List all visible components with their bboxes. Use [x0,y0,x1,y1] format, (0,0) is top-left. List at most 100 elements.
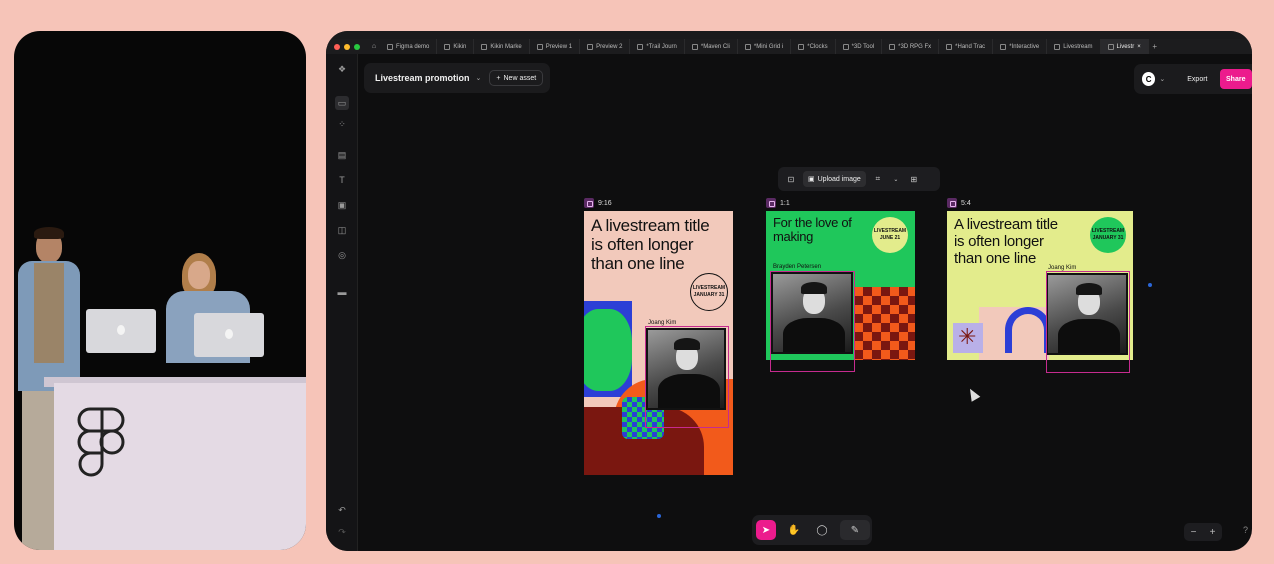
headline-line: making [773,229,814,244]
checker-pattern [854,287,915,360]
selection-outline [645,326,729,428]
account-avatar[interactable]: C [1142,72,1156,86]
context-toolbar: ⊡ ▣ Upload image ⌗ ⌄ ⊞ [778,167,940,191]
assets-icon[interactable]: ⁘ [335,117,349,131]
file-icon [1107,43,1114,50]
new-asset-button[interactable]: + New asset [489,70,544,86]
top-right-actions: C ⌄ Export Share [1134,64,1252,94]
file-icon [842,43,849,50]
tab-label: *Hand Trac [955,43,986,50]
frame-label-5-4[interactable]: 5:4 [947,198,971,208]
zoom-controls: − + [1184,523,1222,541]
file-icon [744,43,751,50]
layers-icon[interactable]: ▭ [335,96,349,110]
share-button[interactable]: Share [1219,69,1252,89]
file-icon [1054,43,1061,50]
tab-1[interactable]: Kikin [437,39,475,54]
file-icon [481,43,488,50]
text-icon[interactable]: T [335,173,349,187]
help-button[interactable]: ? [1243,525,1248,535]
export-button[interactable]: Export [1187,76,1207,83]
tab-10[interactable]: *3D RPG Fx [882,39,940,54]
frame-9-16[interactable]: A livestream title is often longer than … [584,211,733,475]
chevron-down-icon[interactable]: ⌄ [476,74,482,82]
file-icon [587,43,594,50]
pointer-cursor-icon [965,386,981,402]
tab-label: *Clocks [807,43,828,50]
mac-menubar [326,31,1252,39]
project-header: Livestream promotion ⌄ + New asset [364,63,550,93]
hand-tool-icon[interactable]: ✋ [784,520,804,540]
tab-label: *Mini Grid i [753,43,784,50]
tab-7[interactable]: *Mini Grid i [738,39,792,54]
chevron-down-icon[interactable]: ⌄ [890,176,902,183]
tab-4[interactable]: Preview 2 [580,39,631,54]
image-icon[interactable]: ▣ [335,198,349,212]
zoom-in-button[interactable]: + [1210,527,1216,538]
file-icon [387,43,393,50]
components-icon[interactable]: ◫ [335,223,349,237]
project-title[interactable]: Livestream promotion [375,73,470,83]
frame-ratio: 1:1 [780,199,790,207]
lock-icon[interactable]: ⊡ [785,175,797,184]
frame-icon [766,198,776,208]
tab-11[interactable]: *Hand Trac [939,39,994,54]
headline-line: A livestream title [591,216,710,235]
left-toolbar: ❖ ▭ ⁘ ▤ T ▣ ◫ ◎ ▬ ↶ ↷ [326,54,358,551]
minimize-window-icon[interactable] [344,43,350,50]
file-icon [946,43,953,50]
new-tab-icon[interactable]: + [1149,42,1161,51]
tab-label: *Trail Journ [646,43,677,50]
tab-14[interactable]: Livestr × [1100,39,1149,54]
tab-6[interactable]: *Maven Cli [685,39,738,54]
figma-menu-icon[interactable]: ❖ [335,62,349,76]
comment-tool-icon[interactable]: ◯ [812,520,832,540]
tab-label: Figma demo [396,43,430,50]
tab-2[interactable]: Kikin Marke [474,39,530,54]
laptop-left [86,309,156,353]
date-badge: LIVESTREAM JUNE 21 [872,217,908,253]
figma-window: ⌂ Figma demo Kikin Kikin Marke Preview 1 Pre… [326,31,1252,551]
tab-13[interactable]: Livestream [1047,39,1101,54]
tab-12[interactable]: *Interactive [993,39,1048,54]
undo-icon[interactable]: ↶ [335,503,349,517]
file-icon [637,43,644,50]
crop-icon[interactable]: ⌗ [872,174,884,184]
chevron-down-icon[interactable]: ⌄ [1159,75,1165,83]
plus-icon: + [496,74,501,82]
video-feed [14,31,306,550]
tab-label: *3D RPG Fx [898,43,932,50]
tab-9[interactable]: *3D Tool [836,39,883,54]
grid-icon[interactable]: ⊞ [908,175,920,184]
frame-label-9-16[interactable]: 9:16 [584,198,612,208]
tab-0[interactable]: Figma demo [380,39,438,54]
plugins-icon[interactable]: ◎ [335,248,349,262]
maximize-window-icon[interactable] [354,43,360,50]
close-window-icon[interactable] [334,43,340,50]
tab-3[interactable]: Preview 1 [530,39,581,54]
date-badge: LIVESTREAM JANUARY 31 [690,273,728,311]
file-icon [1000,43,1007,50]
frame-icon[interactable]: ▤ [335,148,349,162]
frame-ratio: 9:16 [598,199,612,207]
frame-label-1-1[interactable]: 1:1 [766,198,790,208]
frame-icon [947,198,957,208]
move-tool-icon[interactable]: ➤ [756,520,776,540]
upload-image-label: Upload image [817,175,861,183]
frame-headline: A livestream title is often longer than … [954,216,1058,267]
date-badge: LIVESTREAM JANUARY 31 [1090,217,1126,253]
laptop-right [194,313,264,357]
tab-label: Kikin [453,43,467,50]
tab-8[interactable]: *Clocks [791,39,836,54]
window-controls[interactable] [334,43,360,50]
upload-image-button[interactable]: ▣ Upload image [803,171,866,187]
redo-icon[interactable]: ↷ [335,525,349,539]
home-icon[interactable]: ⌂ [368,43,380,50]
draw-tool-icon[interactable]: ✎ [840,520,870,540]
close-tab-icon[interactable]: × [1137,44,1141,50]
tab-label: *Interactive [1009,43,1040,50]
zoom-out-button[interactable]: − [1191,527,1197,538]
file-icon [444,43,451,50]
media-icon[interactable]: ▬ [335,285,349,299]
tab-5[interactable]: *Trail Journ [630,39,685,54]
